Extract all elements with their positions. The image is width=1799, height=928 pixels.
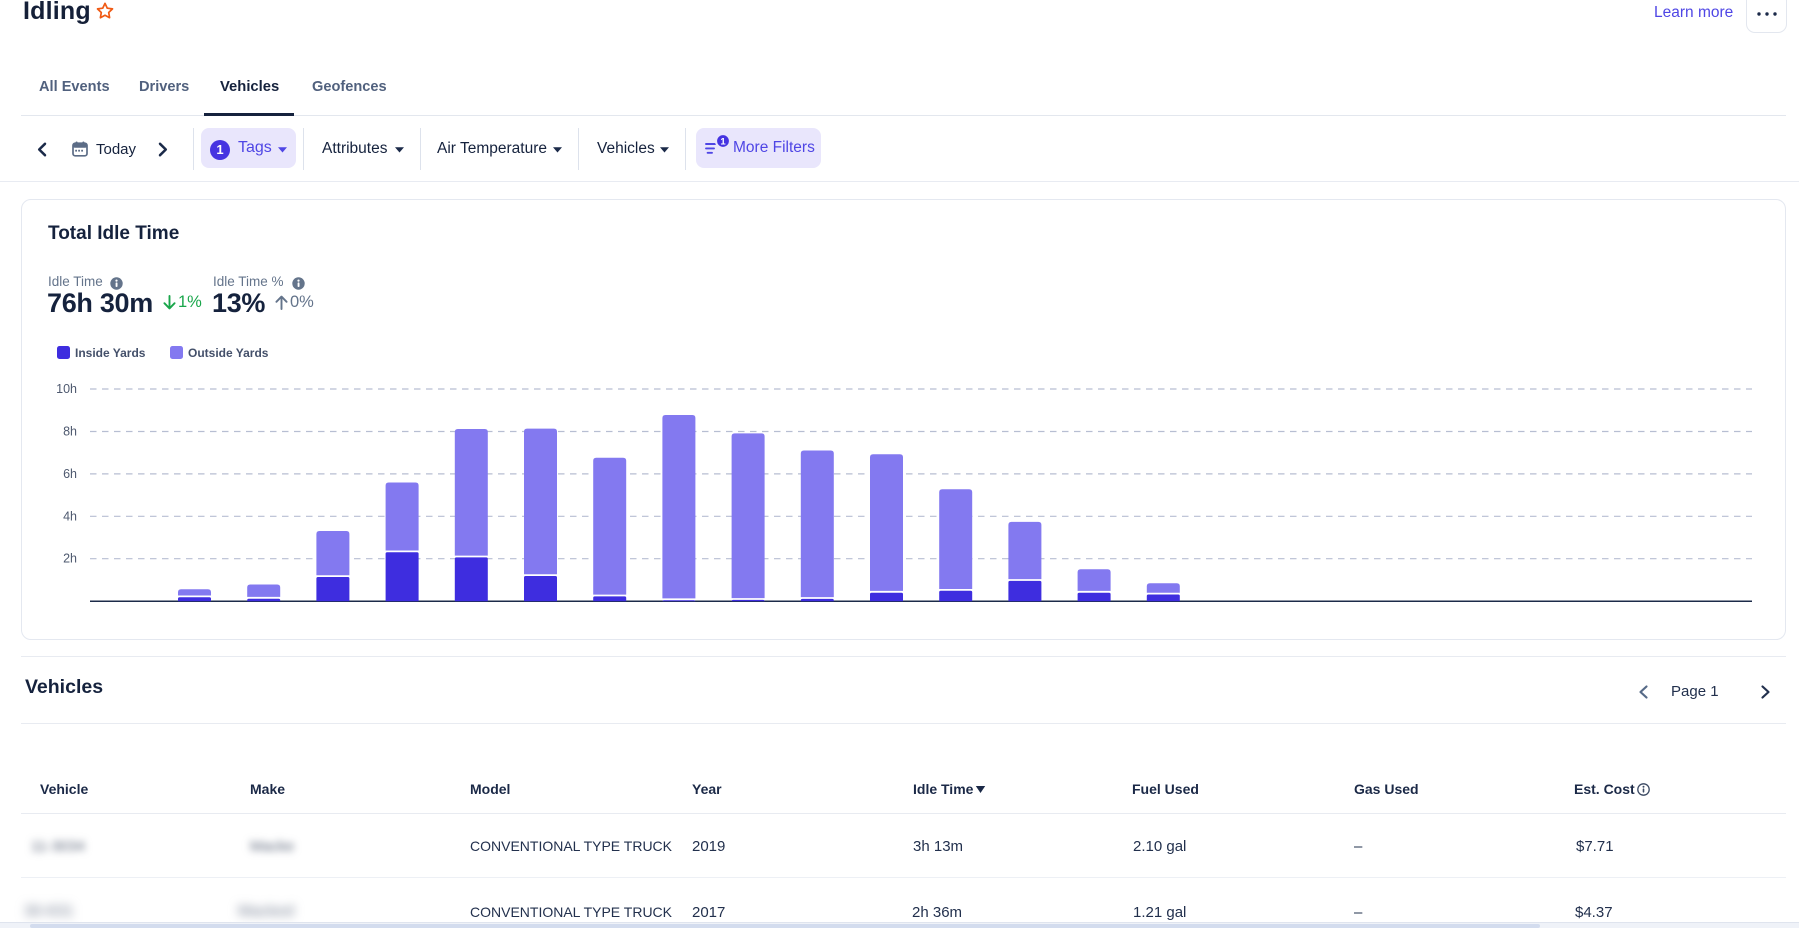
svg-text:6h: 6h <box>63 467 77 481</box>
svg-text:1: 1 <box>720 136 726 147</box>
svg-text:2h: 2h <box>63 552 77 566</box>
svg-text:8h: 8h <box>63 425 77 439</box>
svg-text:4h: 4h <box>63 509 77 523</box>
svg-text:10h: 10h <box>56 382 77 396</box>
